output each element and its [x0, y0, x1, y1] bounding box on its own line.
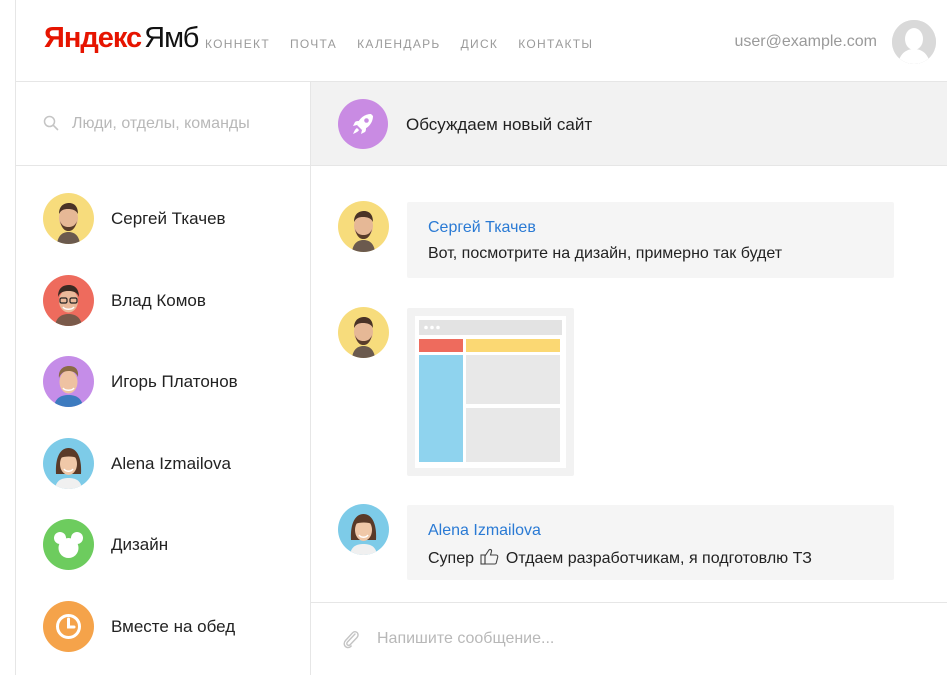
- nav-contacts[interactable]: КОНТАКТЫ: [518, 37, 593, 51]
- contact-avatar: [43, 356, 94, 407]
- contact-list: Сергей Ткачев Влад Комов Игорь Платонов …: [16, 182, 310, 671]
- bear-icon: [43, 519, 94, 570]
- message-bubble: Сергей Ткачев Вот, посмотрите на дизайн,…: [407, 202, 894, 278]
- contact-avatar: [43, 274, 94, 326]
- message-avatar[interactable]: [338, 307, 389, 358]
- top-nav: КОННЕКТ ПОЧТА КАЛЕНДАРЬ ДИСК КОНТАКТЫ: [205, 37, 593, 51]
- message-text-before: Супер: [428, 550, 475, 567]
- contact-item[interactable]: Alena Izmailova: [16, 427, 310, 509]
- website-mockup-image: [415, 316, 566, 468]
- rocket-icon: [353, 114, 373, 134]
- contact-avatar: [43, 193, 94, 244]
- chat-title: Обсуждаем новый сайт: [406, 115, 593, 134]
- contact-name: Дизайн: [111, 535, 169, 554]
- user-silhouette-icon: [892, 20, 936, 64]
- message-input[interactable]: [377, 627, 917, 651]
- person-avatar-icon: [338, 307, 389, 358]
- chat-panel: Обсуждаем новый сайт Сергей Ткачев Вот, …: [311, 82, 947, 675]
- chat-avatar[interactable]: [338, 99, 388, 149]
- contact-item[interactable]: Игорь Платонов: [16, 345, 310, 427]
- contact-name: Вместе на обед: [111, 616, 236, 636]
- contact-name: Влад Комов: [111, 290, 206, 310]
- clock-icon: [43, 600, 94, 652]
- contact-item[interactable]: Вместе на обед: [16, 590, 310, 672]
- nav-mail[interactable]: ПОЧТА: [290, 37, 337, 51]
- nav-connect[interactable]: КОННЕКТ: [205, 37, 270, 51]
- message-bubble: Alena Izmailova Супер Отдаем разработчик…: [407, 505, 894, 580]
- message-author[interactable]: Alena Izmailova: [428, 522, 541, 540]
- person-avatar-icon: [43, 274, 94, 326]
- search-input[interactable]: [72, 110, 297, 138]
- contact-name: Alena Izmailova: [111, 453, 232, 473]
- paperclip-icon[interactable]: [340, 628, 362, 650]
- person-avatar-icon: [338, 201, 389, 252]
- logo[interactable]: Яндекс Ямб: [44, 22, 199, 55]
- contact-avatar: [43, 519, 94, 570]
- user-avatar[interactable]: [892, 20, 936, 64]
- search-icon: [43, 115, 59, 131]
- contact-avatar: [43, 600, 94, 652]
- message-text-after: Отдаем разработчикам, я подготовлю ТЗ: [505, 550, 812, 567]
- message-avatar[interactable]: [338, 201, 389, 252]
- contact-name: Сергей Ткачев: [111, 209, 226, 228]
- person-avatar-icon: [43, 193, 94, 244]
- message-text: Вот, посмотрите на дизайн, примерно так …: [428, 245, 783, 262]
- contact-name: Игорь Платонов: [111, 372, 238, 391]
- chat-header: Обсуждаем новый сайт: [311, 82, 947, 166]
- contact-item[interactable]: Влад Комов: [16, 264, 310, 346]
- message-avatar[interactable]: [338, 504, 389, 555]
- search-bar: [16, 82, 310, 166]
- logo-brand: Яндекс: [44, 22, 142, 54]
- thumbs-up-icon: [480, 548, 499, 565]
- person-avatar-icon: [43, 356, 94, 407]
- user-email[interactable]: user@example.com: [734, 33, 877, 51]
- message-composer: [311, 602, 947, 675]
- contact-item[interactable]: Дизайн: [16, 508, 310, 590]
- contact-avatar: [43, 437, 94, 489]
- image-attachment[interactable]: [407, 308, 574, 476]
- nav-disk[interactable]: ДИСК: [461, 37, 499, 51]
- person-avatar-icon: [338, 504, 389, 555]
- message-text: Супер Отдаем разработчикам, я подготовлю…: [428, 548, 812, 568]
- message-author[interactable]: Сергей Ткачев: [428, 219, 536, 237]
- nav-calendar[interactable]: КАЛЕНДАРЬ: [357, 37, 441, 51]
- app-header: Яндекс Ямб КОННЕКТ ПОЧТА КАЛЕНДАРЬ ДИСК …: [15, 0, 947, 82]
- logo-product: Ямб: [144, 22, 199, 54]
- person-avatar-icon: [43, 437, 94, 489]
- sidebar: Сергей Ткачев Влад Комов: [15, 82, 311, 675]
- contact-item[interactable]: Сергей Ткачев: [16, 182, 310, 264]
